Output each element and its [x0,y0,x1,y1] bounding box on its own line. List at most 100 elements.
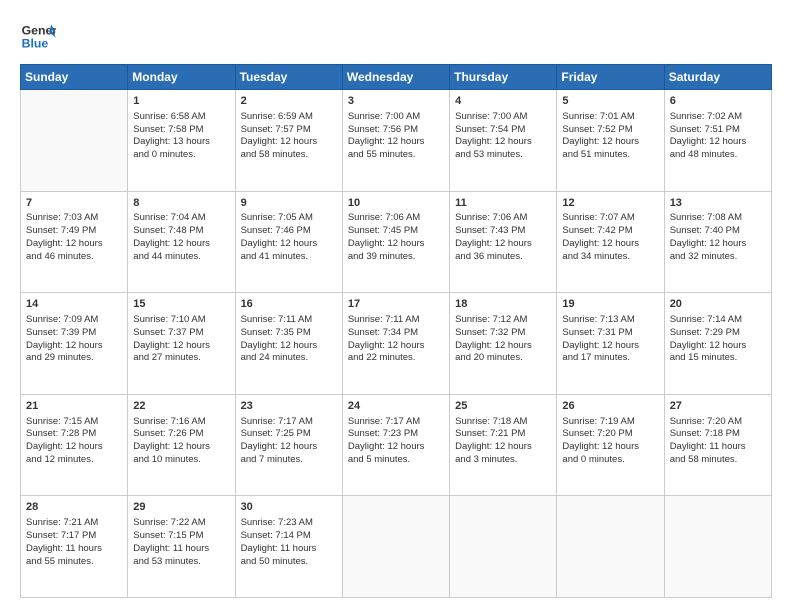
day-info: Sunset: 7:42 PM [562,225,658,238]
calendar-cell: 21Sunrise: 7:15 AMSunset: 7:28 PMDayligh… [21,394,128,496]
day-info: Daylight: 12 hours [26,340,122,353]
calendar-header-row: SundayMondayTuesdayWednesdayThursdayFrid… [21,65,772,90]
calendar-header-wednesday: Wednesday [342,65,449,90]
day-number: 3 [348,94,444,109]
day-number: 8 [133,196,229,211]
day-number: 9 [241,196,337,211]
day-info: Sunrise: 7:12 AM [455,314,551,327]
svg-text:Blue: Blue [22,36,49,50]
day-info: Sunset: 7:49 PM [26,225,122,238]
calendar-cell: 1Sunrise: 6:58 AMSunset: 7:58 PMDaylight… [128,90,235,192]
day-info: Daylight: 12 hours [455,136,551,149]
day-info: and 22 minutes. [348,352,444,365]
calendar-week-row: 28Sunrise: 7:21 AMSunset: 7:17 PMDayligh… [21,496,772,598]
day-info: Daylight: 12 hours [241,136,337,149]
calendar-cell: 4Sunrise: 7:00 AMSunset: 7:54 PMDaylight… [450,90,557,192]
day-info: and 27 minutes. [133,352,229,365]
day-info: Sunset: 7:39 PM [26,327,122,340]
day-number: 5 [562,94,658,109]
calendar-cell: 12Sunrise: 7:07 AMSunset: 7:42 PMDayligh… [557,191,664,293]
day-info: Daylight: 12 hours [670,238,766,251]
day-number: 18 [455,297,551,312]
day-info: and 20 minutes. [455,352,551,365]
day-number: 12 [562,196,658,211]
day-number: 17 [348,297,444,312]
day-info: Sunrise: 7:00 AM [455,111,551,124]
calendar-week-row: 14Sunrise: 7:09 AMSunset: 7:39 PMDayligh… [21,293,772,395]
calendar-header-saturday: Saturday [664,65,771,90]
calendar-cell: 9Sunrise: 7:05 AMSunset: 7:46 PMDaylight… [235,191,342,293]
day-info: and 0 minutes. [562,454,658,467]
calendar-header-friday: Friday [557,65,664,90]
day-info: and 58 minutes. [670,454,766,467]
day-info: Sunset: 7:14 PM [241,530,337,543]
calendar-week-row: 1 Sunrise: 6:58 AMSunset: 7:58 PM Daylight… [21,90,772,192]
calendar-cell: 19Sunrise: 7:13 AMSunset: 7:31 PMDayligh… [557,293,664,395]
day-info: and 15 minutes. [670,352,766,365]
day-info: and 48 minutes. [670,149,766,162]
calendar-cell: 2Sunrise: 6:59 AMSunset: 7:57 PMDaylight… [235,90,342,192]
calendar-cell [664,496,771,598]
day-info: Sunset: 7:58 PM [133,124,229,137]
day-info: and 53 minutes. [133,556,229,569]
day-number: 16 [241,297,337,312]
calendar-cell [450,496,557,598]
calendar-cell: 25Sunrise: 7:18 AMSunset: 7:21 PMDayligh… [450,394,557,496]
calendar-cell [21,90,128,192]
calendar-cell: 5Sunrise: 7:01 AMSunset: 7:52 PMDaylight… [557,90,664,192]
day-info: Sunrise: 6:58 AM [133,111,229,124]
day-info: Sunset: 7:57 PM [241,124,337,137]
day-info: and 32 minutes. [670,251,766,264]
calendar-table: SundayMondayTuesdayWednesdayThursdayFrid… [20,64,772,598]
header: General Blue [20,18,772,54]
day-number: 24 [348,399,444,414]
calendar-cell: 15Sunrise: 7:10 AMSunset: 7:37 PMDayligh… [128,293,235,395]
logo-icon: General Blue [20,18,56,54]
day-info: Sunset: 7:32 PM [455,327,551,340]
day-info: Sunset: 7:15 PM [133,530,229,543]
calendar-cell: 13Sunrise: 7:08 AMSunset: 7:40 PMDayligh… [664,191,771,293]
day-info: and 24 minutes. [241,352,337,365]
day-number: 1 [133,94,229,109]
day-info: Sunset: 7:26 PM [133,428,229,441]
day-info: Sunset: 7:31 PM [562,327,658,340]
day-info: Sunrise: 7:17 AM [241,416,337,429]
day-info: Sunset: 7:51 PM [670,124,766,137]
calendar-cell: 20Sunrise: 7:14 AMSunset: 7:29 PMDayligh… [664,293,771,395]
day-info: and 10 minutes. [133,454,229,467]
calendar-cell: 11Sunrise: 7:06 AMSunset: 7:43 PMDayligh… [450,191,557,293]
day-info: Sunset: 7:37 PM [133,327,229,340]
calendar-header-sunday: Sunday [21,65,128,90]
calendar-cell: 3Sunrise: 7:00 AMSunset: 7:56 PMDaylight… [342,90,449,192]
day-info: Sunrise: 7:07 AM [562,212,658,225]
page: General Blue SundayMondayTuesdayWednesda… [0,0,792,612]
calendar-cell: 17Sunrise: 7:11 AMSunset: 7:34 PMDayligh… [342,293,449,395]
day-number: 27 [670,399,766,414]
day-number: 10 [348,196,444,211]
calendar-cell: 24Sunrise: 7:17 AMSunset: 7:23 PMDayligh… [342,394,449,496]
day-number: 21 [26,399,122,414]
day-info: Daylight: 12 hours [455,238,551,251]
day-info: Daylight: 12 hours [241,340,337,353]
calendar-cell: 27Sunrise: 7:20 AMSunset: 7:18 PMDayligh… [664,394,771,496]
day-info: Sunset: 7:40 PM [670,225,766,238]
day-number: 29 [133,500,229,515]
day-number: 4 [455,94,551,109]
day-info: Sunrise: 7:22 AM [133,517,229,530]
day-info: Daylight: 12 hours [133,238,229,251]
day-info: and 12 minutes. [26,454,122,467]
day-info: Daylight: 12 hours [670,136,766,149]
day-info: Sunrise: 7:03 AM [26,212,122,225]
day-info: Sunset: 7:35 PM [241,327,337,340]
day-info: Sunset: 7:18 PM [670,428,766,441]
day-info: Sunset: 7:45 PM [348,225,444,238]
calendar-cell: 7Sunrise: 7:03 AMSunset: 7:49 PMDaylight… [21,191,128,293]
day-info: and 0 minutes. [133,149,229,162]
day-info: and 17 minutes. [562,352,658,365]
day-number: 26 [562,399,658,414]
day-info: Daylight: 12 hours [26,238,122,251]
day-number: 11 [455,196,551,211]
calendar-cell: 30Sunrise: 7:23 AMSunset: 7:14 PMDayligh… [235,496,342,598]
day-info: Sunset: 7:29 PM [670,327,766,340]
day-number: 2 [241,94,337,109]
